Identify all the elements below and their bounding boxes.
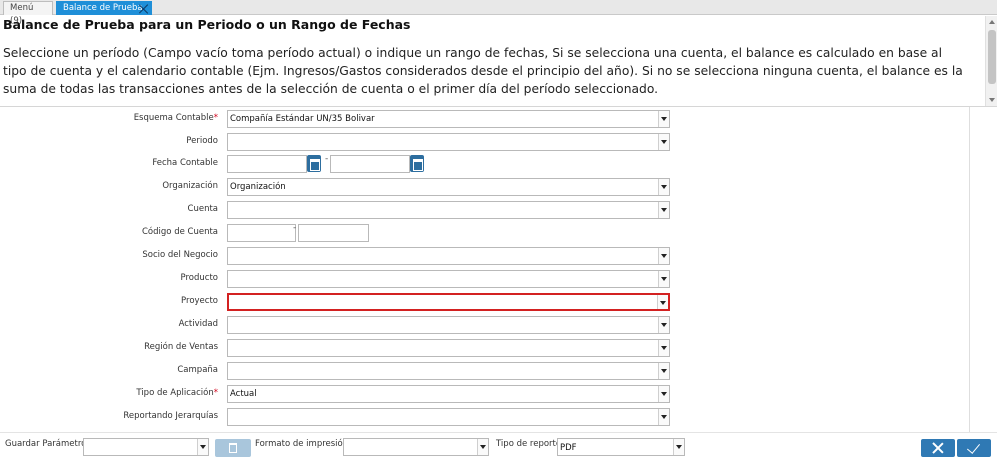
label-socio-negocio: Socio del Negocio <box>142 250 218 260</box>
range-separator: - <box>325 154 329 164</box>
label-reportando-jerarquias: Reportando Jerarquías <box>123 411 218 421</box>
calendar-icon[interactable] <box>307 155 321 172</box>
row-codigo-cuenta: Código de Cuenta - <box>0 223 970 243</box>
actividad-select[interactable] <box>227 316 670 334</box>
tipo-reporte-value: PDF <box>560 443 577 453</box>
chevron-down-icon[interactable] <box>197 439 208 455</box>
form-divider <box>969 107 970 432</box>
range-separator: - <box>293 223 297 233</box>
esquema-contable-select[interactable]: Compañía Estándar UN/35 Bolivar <box>227 110 670 128</box>
delete-parameter-button[interactable] <box>215 439 251 457</box>
esquema-contable-value: Compañía Estándar UN/35 Bolivar <box>230 114 375 124</box>
region-ventas-select[interactable] <box>227 339 670 357</box>
cuenta-select[interactable] <box>227 201 670 219</box>
chevron-down-icon[interactable] <box>477 439 488 455</box>
required-mark: * <box>213 113 218 123</box>
label-region-ventas: Región de Ventas <box>144 342 218 352</box>
scroll-down-icon[interactable] <box>989 98 995 102</box>
row-region-ventas: Región de Ventas <box>0 338 970 358</box>
row-periodo: Periodo <box>0 132 970 152</box>
label-actividad: Actividad <box>178 319 218 329</box>
process-header: Balance de Prueba para un Periodo o un R… <box>0 15 997 107</box>
organizacion-select[interactable]: Organización <box>227 178 670 196</box>
fecha-contable-hasta-input[interactable] <box>330 155 410 173</box>
label-cuenta: Cuenta <box>187 204 218 214</box>
guardar-parametro-select[interactable] <box>83 438 209 456</box>
chevron-down-icon[interactable] <box>658 271 669 287</box>
description-scrollbar[interactable] <box>985 16 997 106</box>
chevron-down-icon[interactable] <box>657 295 668 309</box>
row-cuenta: Cuenta <box>0 200 970 220</box>
required-mark: * <box>213 388 218 398</box>
chevron-down-icon[interactable] <box>658 386 669 402</box>
label-periodo: Periodo <box>186 136 218 146</box>
parameter-form: Esquema Contable* Compañía Estándar UN/3… <box>0 107 970 432</box>
chevron-down-icon[interactable] <box>673 439 684 455</box>
process-description: Seleccione un período (Campo vacío toma … <box>3 46 963 96</box>
label-guardar-parametro: Guardar Parámetro <box>5 439 87 449</box>
codigo-cuenta-desde-input[interactable] <box>227 224 296 242</box>
scroll-thumb[interactable] <box>988 30 996 84</box>
footer-toolbar: Guardar Parámetro Formato de impresión T… <box>0 432 997 457</box>
trash-icon <box>229 443 237 453</box>
row-campana: Campaña <box>0 361 970 381</box>
row-reportando-jerarquias: Reportando Jerarquías <box>0 407 970 427</box>
chevron-down-icon[interactable] <box>658 317 669 333</box>
fecha-contable-desde-input[interactable] <box>227 155 307 173</box>
chevron-down-icon[interactable] <box>658 111 669 127</box>
ok-button[interactable] <box>957 439 991 457</box>
tab-balance-prueba[interactable]: Balance de Prueba <box>56 1 152 15</box>
chevron-down-icon[interactable] <box>658 340 669 356</box>
tipo-aplicacion-select[interactable]: Actual <box>227 385 670 403</box>
tipo-reporte-select[interactable]: PDF <box>557 438 685 456</box>
label-tipo-aplicacion: Tipo de Aplicación* <box>136 388 218 398</box>
chevron-down-icon[interactable] <box>658 134 669 150</box>
producto-select[interactable] <box>227 270 670 288</box>
label-formato-impresion: Formato de impresión <box>255 439 349 449</box>
reportando-jerarquias-select[interactable] <box>227 408 670 426</box>
row-tipo-aplicacion: Tipo de Aplicación* Actual <box>0 384 970 404</box>
row-socio-negocio: Socio del Negocio <box>0 246 970 266</box>
page-title: Balance de Prueba para un Periodo o un R… <box>3 17 411 32</box>
label-esquema-contable: Esquema Contable* <box>133 113 218 123</box>
row-actividad: Actividad <box>0 315 970 335</box>
chevron-down-icon[interactable] <box>658 409 669 425</box>
periodo-select[interactable] <box>227 133 670 151</box>
label-campana: Campaña <box>177 365 218 375</box>
label-organizacion: Organización <box>162 181 218 191</box>
close-icon[interactable] <box>139 4 149 14</box>
row-proyecto: Proyecto <box>0 292 970 312</box>
row-producto: Producto <box>0 269 970 289</box>
tipo-aplicacion-value: Actual <box>230 389 257 399</box>
label-producto: Producto <box>180 273 218 283</box>
chevron-down-icon[interactable] <box>658 179 669 195</box>
chevron-down-icon[interactable] <box>658 202 669 218</box>
tab-bar: Menú (9) Balance de Prueba <box>0 0 997 26</box>
organizacion-value: Organización <box>230 182 286 192</box>
label-proyecto: Proyecto <box>181 296 218 306</box>
tab-menu[interactable]: Menú (9) <box>3 1 53 26</box>
calendar-icon[interactable] <box>410 155 424 172</box>
row-organizacion: Organización Organización <box>0 177 970 197</box>
label-codigo-cuenta: Código de Cuenta <box>142 227 218 237</box>
chevron-down-icon[interactable] <box>658 248 669 264</box>
tab-balance-label: Balance de Prueba <box>63 3 143 13</box>
label-fecha-contable: Fecha Contable <box>152 158 218 168</box>
socio-negocio-select[interactable] <box>227 247 670 265</box>
chevron-down-icon[interactable] <box>658 363 669 379</box>
codigo-cuenta-hasta-input[interactable] <box>298 224 369 242</box>
cancel-button[interactable] <box>921 439 955 457</box>
label-tipo-reporte: Tipo de reporte <box>496 439 562 449</box>
row-fecha-contable: Fecha Contable - <box>0 154 970 174</box>
proyecto-select[interactable] <box>227 293 670 311</box>
scroll-up-icon[interactable] <box>989 20 995 24</box>
formato-impresion-select[interactable] <box>343 438 489 456</box>
row-esquema-contable: Esquema Contable* Compañía Estándar UN/3… <box>0 109 970 129</box>
campana-select[interactable] <box>227 362 670 380</box>
